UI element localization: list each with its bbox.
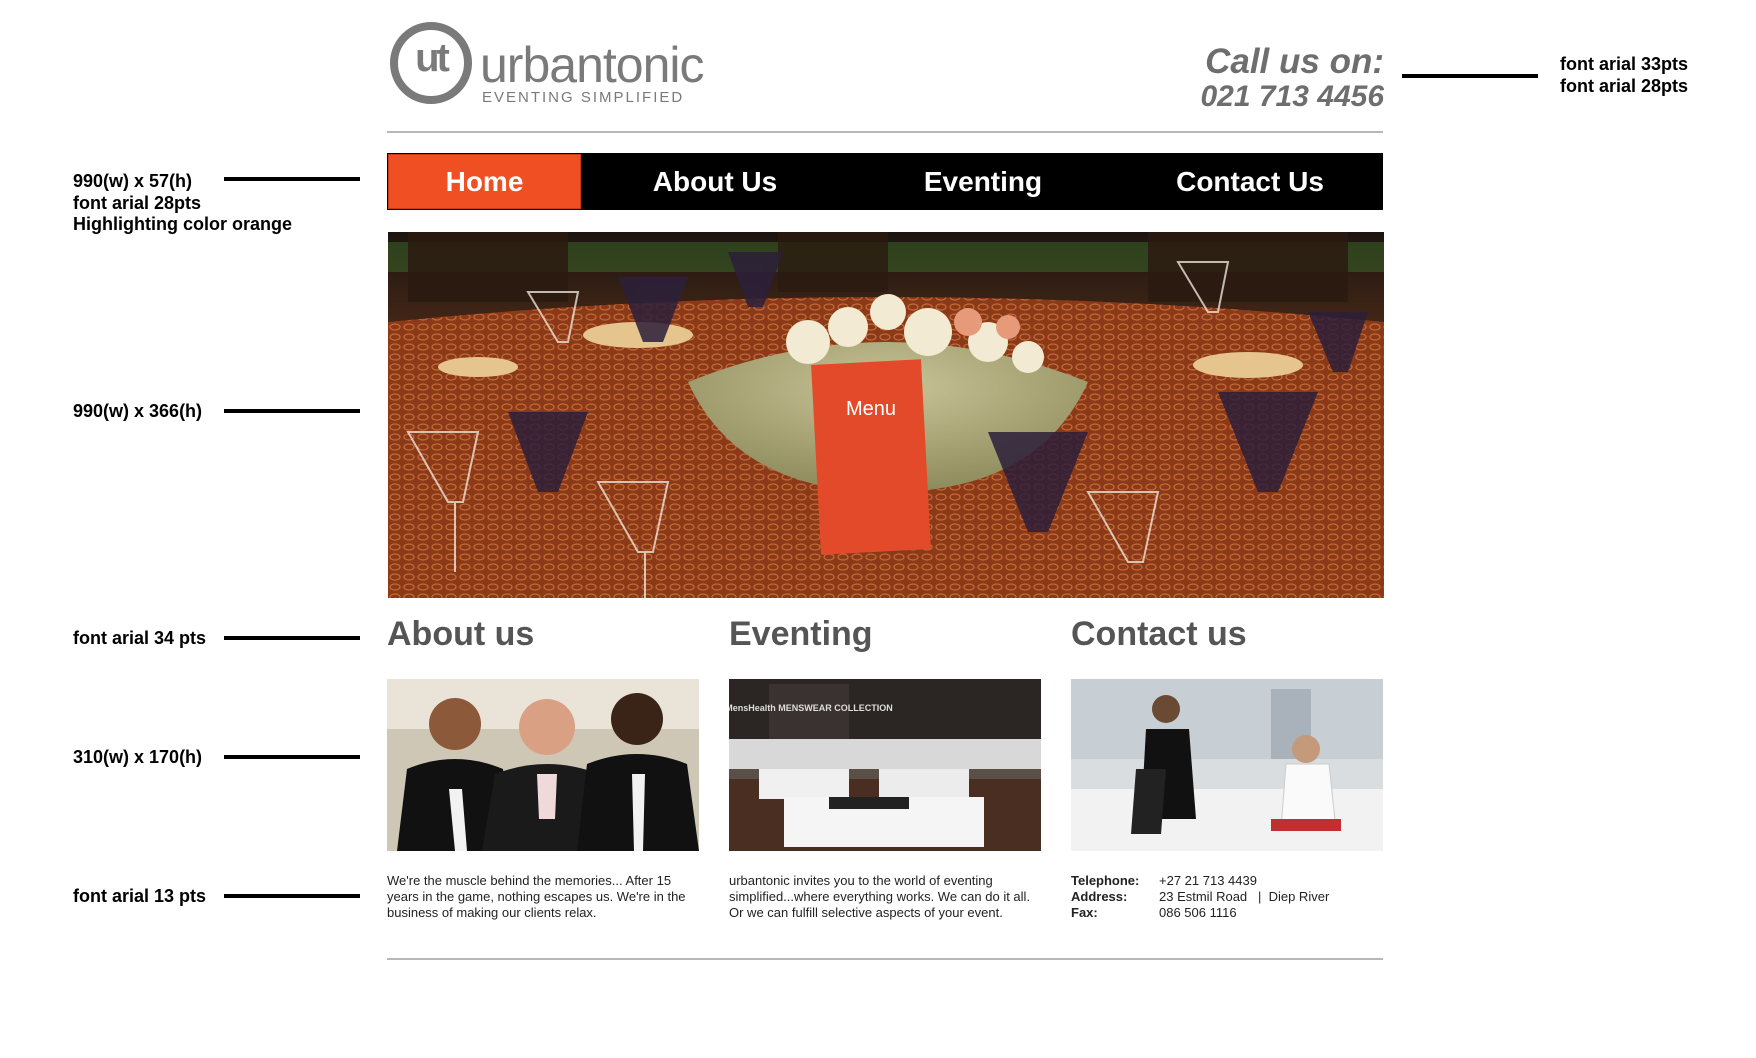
- annotation-hero-size: 990(w) x 366(h): [73, 401, 203, 421]
- annotation-nav-size: 990(w) x 57(h): [73, 171, 193, 191]
- contact-fax-label: Fax:: [1071, 905, 1098, 920]
- annotation-pointer-line: [224, 177, 360, 181]
- logo-tagline: EVENTING SIMPLIFIED: [482, 89, 685, 106]
- contact-address-row: Address: 23 Estmil Road | Diep River: [1071, 889, 1329, 905]
- call-us-number[interactable]: 021 713 4456: [1200, 80, 1384, 114]
- about-us-image[interactable]: [387, 679, 699, 851]
- call-us-label: Call us on:: [1205, 42, 1384, 81]
- contact-telephone-row: Telephone: +27 21 713 4439: [1071, 873, 1257, 889]
- nav-item-eventing[interactable]: Eventing: [849, 153, 1117, 210]
- hero-image: Menu: [388, 232, 1384, 598]
- nav-item-contact-us[interactable]: Contact Us: [1117, 153, 1383, 210]
- nav-item-about-us[interactable]: About Us: [581, 153, 849, 210]
- nav-item-home[interactable]: Home: [388, 154, 581, 209]
- logo-monogram: ut: [415, 36, 450, 80]
- main-nav: Home About Us Eventing Contact Us: [387, 153, 1383, 210]
- contact-fax-row: Fax: 086 506 1116: [1071, 905, 1237, 921]
- annotation-pointer-line: [224, 409, 360, 413]
- contact-telephone-value[interactable]: +27 21 713 4439: [1159, 873, 1257, 888]
- footer-divider: [387, 958, 1383, 960]
- eventing-banner-text: MensHealth MENSWEAR COLLECTION: [729, 703, 893, 713]
- annotation-pointer-line: [224, 755, 360, 759]
- contact-address-label: Address:: [1071, 889, 1128, 904]
- contact-us-image[interactable]: [1071, 679, 1383, 851]
- annotation-call-font-2: font arial 28pts: [1560, 76, 1689, 96]
- hero-table-setting-illustration: Menu: [388, 232, 1384, 598]
- eventing-image[interactable]: MensHealth MENSWEAR COLLECTION: [729, 679, 1041, 851]
- annotation-thumb-size: 310(w) x 170(h): [73, 747, 203, 767]
- contact-telephone-label: Telephone:: [1071, 873, 1140, 888]
- eventing-text: urbantonic invites you to the world of e…: [729, 873, 1031, 920]
- about-us-title: About us: [387, 615, 535, 653]
- contact-us-title: Contact us: [1071, 615, 1247, 653]
- annotation-pointer-line: [224, 636, 360, 640]
- annotation-pointer-line: [1402, 74, 1538, 78]
- eventing-title: Eventing: [729, 615, 873, 653]
- contact-fax-value: 086 506 1116: [1159, 905, 1237, 920]
- eventing-venue-photo: MensHealth MENSWEAR COLLECTION: [729, 679, 1041, 851]
- annotation-nav-highlight: Highlighting color orange: [73, 214, 292, 234]
- annotation-call-font-1: font arial 33pts: [1560, 54, 1689, 74]
- header-divider: [387, 131, 1383, 133]
- about-us-team-photo: [387, 679, 699, 851]
- contact-us-lounge-photo: [1071, 679, 1383, 851]
- contact-address-value: 23 Estmil Road | Diep River: [1159, 889, 1330, 904]
- logo-wordmark: urbantonic: [480, 37, 704, 93]
- annotation-pointer-line: [224, 894, 360, 898]
- hero-menu-card-label: Menu: [846, 398, 896, 420]
- annotation-body-font: font arial 13 pts: [73, 886, 207, 906]
- about-us-text: We're the muscle behind the memories... …: [387, 873, 686, 920]
- annotation-nav-font: font arial 28pts: [73, 193, 202, 213]
- annotation-heading-font: font arial 34 pts: [73, 628, 207, 648]
